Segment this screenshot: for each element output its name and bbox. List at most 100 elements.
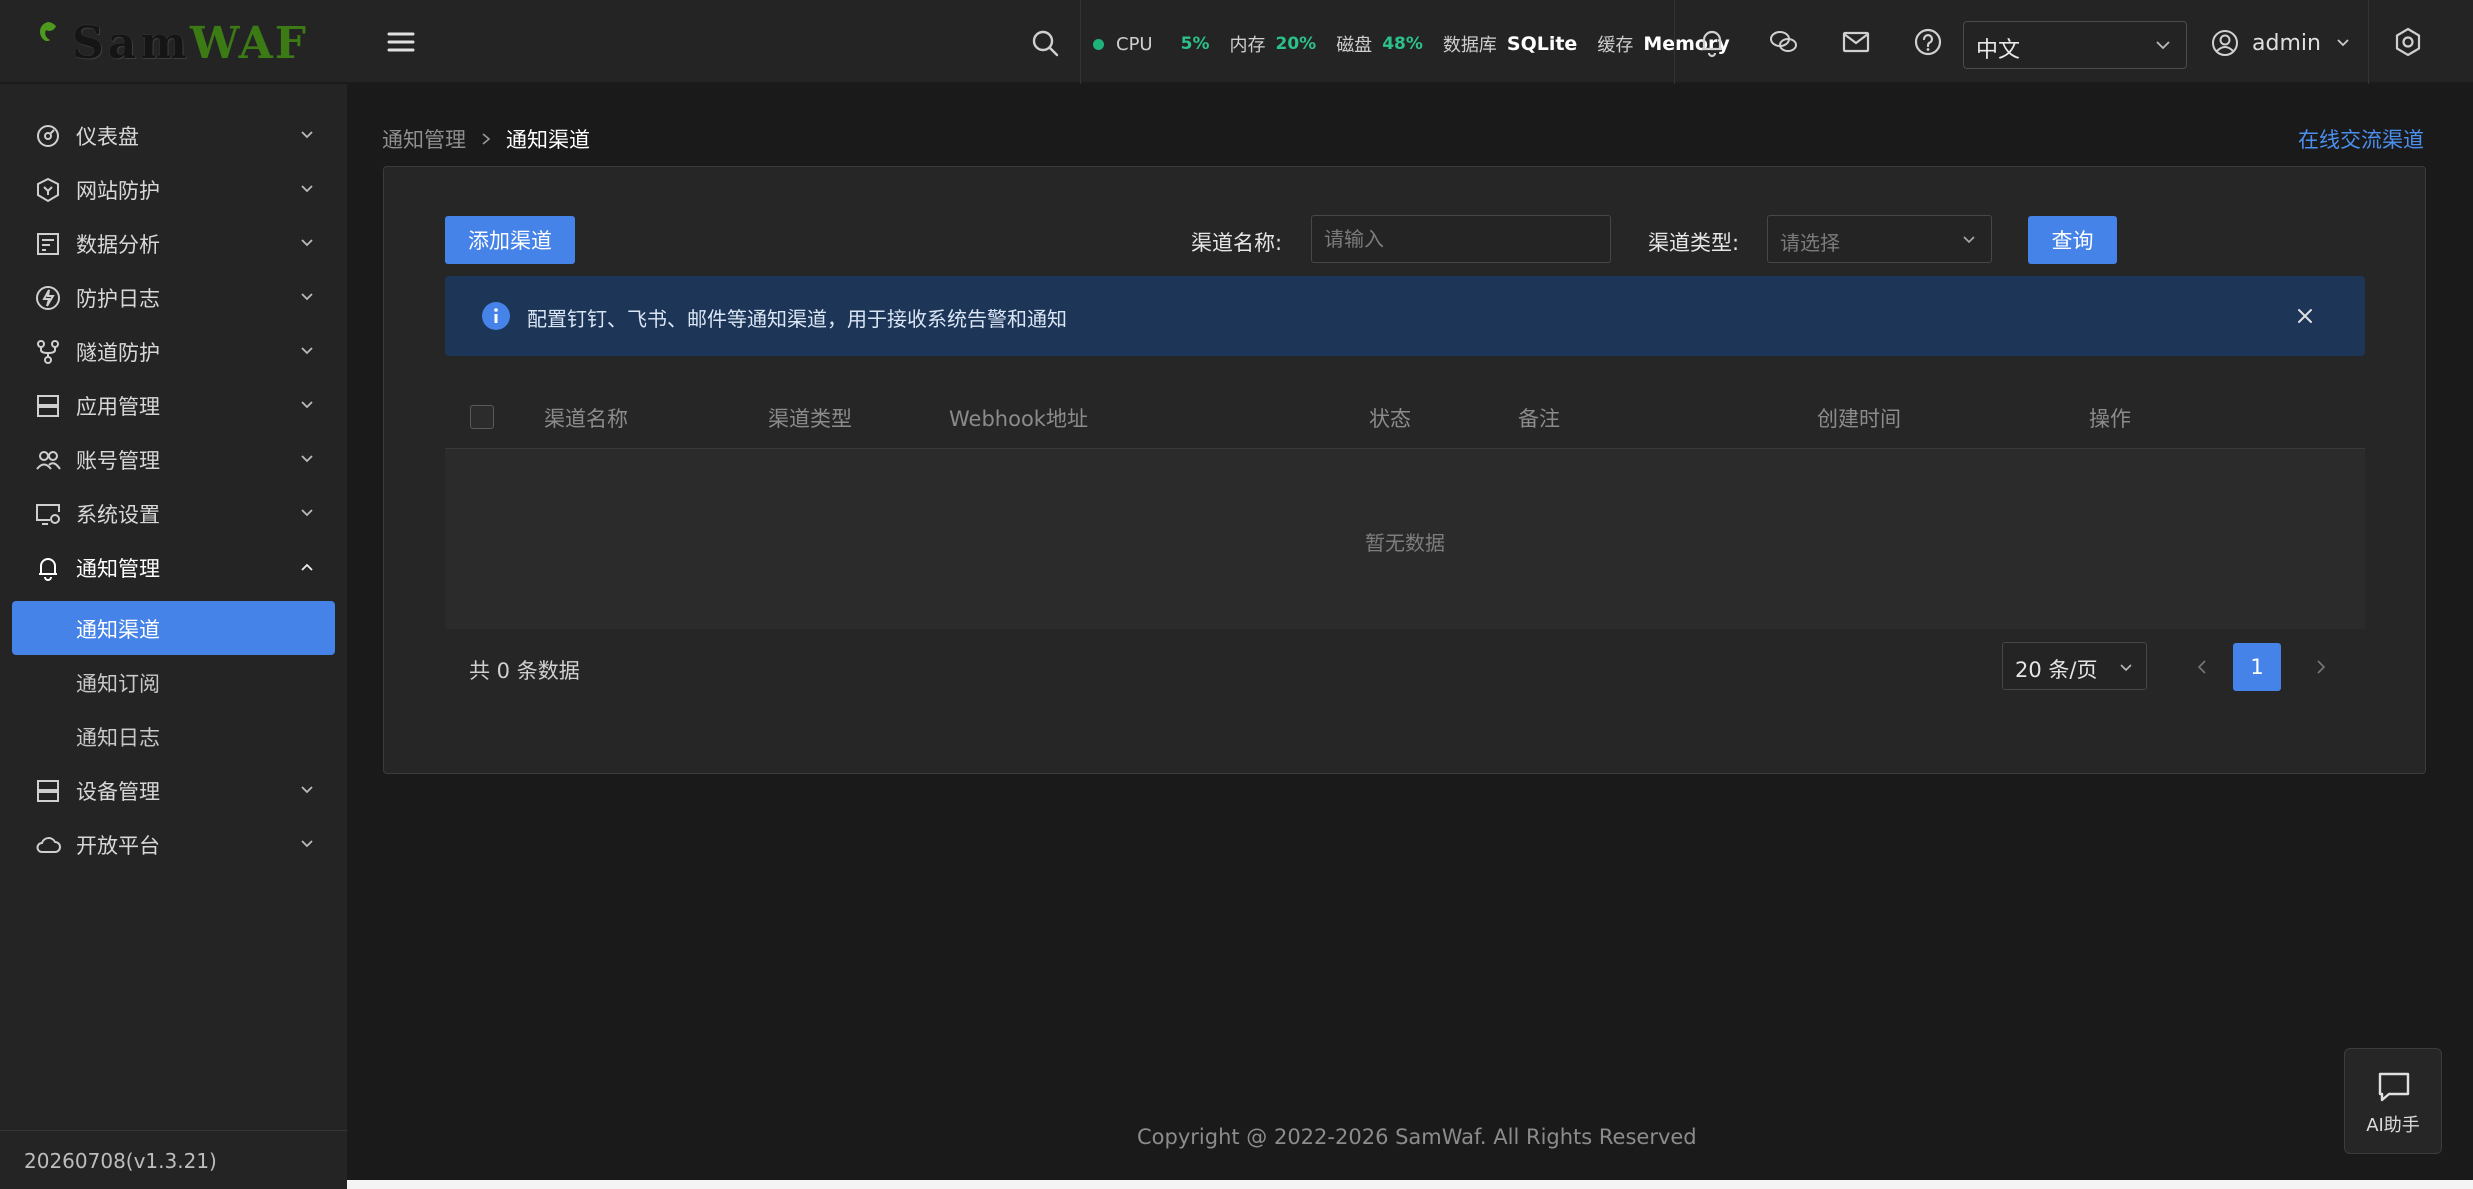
chevron-down-icon [301,131,313,139]
next-page-icon[interactable] [2311,655,2331,679]
cpu-label: CPU [1116,33,1153,55]
sidebar-item-account-management[interactable]: 账号管理 [0,432,347,486]
chevron-up-icon [301,563,313,571]
page-size-select[interactable]: 20 条/页 [2002,642,2147,690]
bottom-bar [347,1180,2473,1189]
dashboard-icon [37,125,59,147]
db-label: 数据库 [1442,35,1497,56]
mail-icon[interactable] [1838,24,1874,60]
sidebar-item-label: 数据分析 [76,233,160,257]
help-icon[interactable] [1910,24,1946,60]
channel-name-input[interactable] [1311,215,1611,263]
samwaf-logo[interactable]: Sam WAF [32,12,332,72]
chevron-down-icon [1963,236,1975,244]
sidebar-item-app-management[interactable]: 应用管理 [0,378,347,432]
column-header: Webhook地址 [949,407,1088,431]
disk-label: 磁盘 [1336,35,1373,56]
sidebar-item-notification-management[interactable]: 通知管理 [0,540,347,594]
bell-icon[interactable] [1694,24,1730,60]
users-icon [36,451,61,470]
status-dot-icon [1093,38,1104,50]
sidebar-item-dashboard[interactable]: 仪表盘 [0,108,347,162]
sidebar-item-system-settings[interactable]: 系统设置 [0,486,347,540]
prev-page-icon[interactable] [2192,655,2212,679]
column-header: 渠道类型 [768,407,852,431]
select-all-checkbox[interactable] [470,405,494,429]
sidebar-item-protection-log[interactable]: 防护日志 [0,270,347,324]
chevron-down-icon [301,293,313,301]
breadcrumb-current: 通知渠道 [506,128,590,152]
db-value: SQLite [1506,33,1578,55]
column-header: 状态 [1369,407,1411,431]
chevron-down-icon [2156,41,2170,50]
ai-assistant-button[interactable]: AI助手 [2344,1048,2442,1154]
sidebar-item-label: 账号管理 [76,449,160,473]
sidebar-subitem-label: 通知日志 [76,726,160,750]
sidebar-subitem-notification-channels[interactable]: 通知渠道 [12,601,335,655]
chevron-down-icon [301,840,313,848]
wechat-icon[interactable] [1766,24,1802,60]
bell-icon [39,558,57,581]
sidebar-item-data-analysis[interactable]: 数据分析 [0,216,347,270]
sidebar-item-label: 开放平台 [76,834,160,858]
disk-value: 48% [1382,34,1423,54]
sidebar-item-label: 应用管理 [76,395,160,419]
close-icon[interactable] [2293,304,2317,328]
column-header: 创建时间 [1817,407,1901,431]
table-empty-state: 暂无数据 [445,449,2365,629]
column-header: 备注 [1518,407,1560,431]
leaf-logo-icon [40,22,56,42]
chevron-down-icon [301,347,313,355]
settings-icon[interactable] [2390,24,2426,60]
sidebar-item-site-protection[interactable]: 网站防护 [0,162,347,216]
chevron-right-icon [482,133,491,145]
user-menu[interactable]: admin [2210,24,2351,62]
column-header: 渠道名称 [544,407,628,431]
ai-assistant-label: AI助手 [2366,1115,2420,1136]
lightning-icon [36,286,60,310]
search-icon[interactable] [1028,26,1062,60]
sidebar-item-device-management[interactable]: 设备管理 [0,763,347,817]
query-button[interactable]: 查询 [2028,216,2117,264]
sidebar-item-label: 网站防护 [76,179,160,203]
mem-label: 内存 [1229,35,1266,56]
menu-toggle-icon[interactable] [383,26,419,58]
server-icon [37,780,59,802]
sidebar-item-label: 防护日志 [76,287,160,311]
sidebar-item-open-platform[interactable]: 开放平台 [0,817,347,871]
sidebar-subitem-notification-subscriptions[interactable]: 通知订阅 [0,655,347,709]
sidebar-item-label: 隧道防护 [76,341,160,365]
page-number-button[interactable]: 1 [2233,643,2281,691]
server-icon [37,395,59,417]
alert-message: 配置钉钉、飞书、邮件等通知渠道，用于接收系统告警和通知 [527,307,1067,331]
header-divider [1080,0,1081,84]
sidebar-subitem-notification-logs[interactable]: 通知日志 [0,709,347,763]
info-alert: 配置钉钉、飞书、邮件等通知渠道，用于接收系统告警和通知 [445,276,2365,356]
sidebar-subitem-label: 通知渠道 [76,618,160,642]
user-avatar-icon [2212,30,2238,56]
pagination: 共 0 条数据 20 条/页 1 [445,641,2365,693]
shield-icon [37,177,59,203]
tunnel-icon [37,340,59,364]
top-header: Sam WAF CPU 5% 内存 20% 磁盘 48% 数据库 SQLite … [0,0,2473,84]
table-header: 渠道名称 渠道类型 Webhook地址 状态 备注 创建时间 操作 [445,383,2365,449]
column-header: 操作 [2089,407,2131,431]
cpu-value: 5% [1180,34,1210,54]
empty-text: 暂无数据 [1365,531,1445,555]
online-community-link[interactable]: 在线交流渠道 [2298,124,2424,154]
channel-type-select[interactable]: 请选择 [1767,215,1992,263]
language-select[interactable]: 中文 [1963,21,2187,69]
version-info: 20260708(v1.3.21) [0,1130,347,1189]
channel-table: 渠道名称 渠道类型 Webhook地址 状态 备注 创建时间 操作 暂无数据 [445,383,2365,629]
chevron-down-icon [301,509,313,517]
channel-list-card: 添加渠道 渠道名称: 渠道类型: 请选择 查询 配置钉钉、飞书、邮件等通知渠道，… [383,166,2426,774]
sidebar-item-tunnel-protection[interactable]: 隧道防护 [0,324,347,378]
version-text: 20260708(v1.3.21) [24,1149,217,1173]
chevron-down-icon [301,401,313,409]
mem-value: 20% [1275,34,1317,54]
header-divider [1674,0,1675,84]
breadcrumb-parent[interactable]: 通知管理 [382,124,466,154]
sidebar-subitem-label: 通知订阅 [76,672,160,696]
sidebar-item-label: 系统设置 [76,503,160,527]
add-channel-button[interactable]: 添加渠道 [445,216,575,264]
